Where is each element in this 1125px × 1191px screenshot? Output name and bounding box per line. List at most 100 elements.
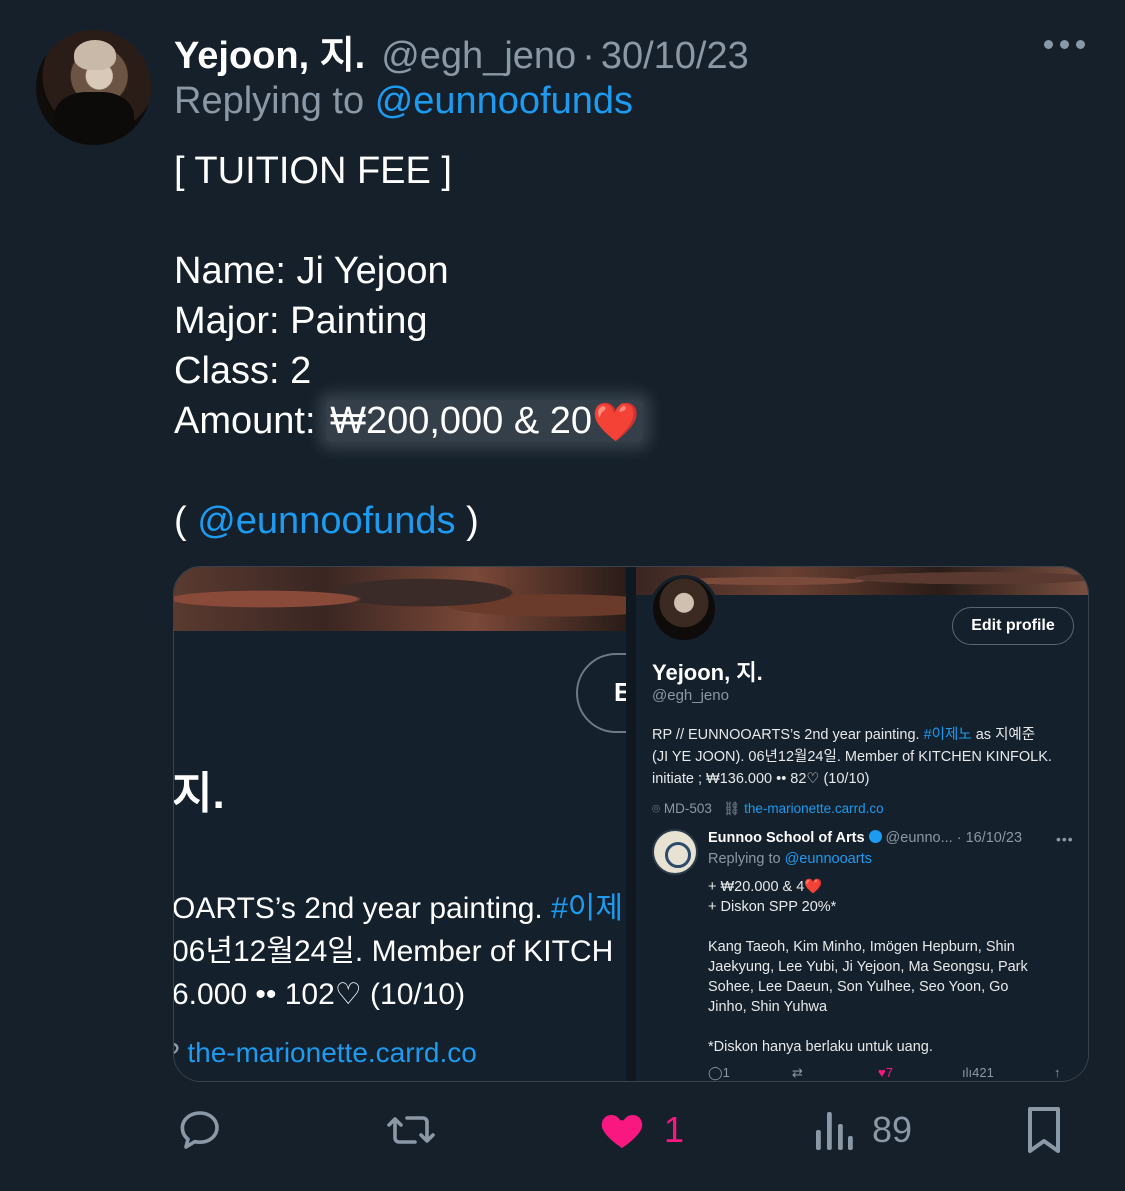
profile-banner bbox=[174, 567, 626, 631]
views-icon bbox=[816, 1112, 853, 1150]
edit-profile-label-cropped: E bbox=[614, 677, 626, 708]
like-count: 1 bbox=[664, 1109, 685, 1150]
profile-name: Yejoon, 지. bbox=[652, 660, 763, 685]
mention-open-paren: ( bbox=[174, 500, 187, 542]
profile-handle: @egh_jeno bbox=[652, 687, 729, 704]
bio-line: initiate ; ₩136.000 •• 82♡ (10/10) bbox=[652, 771, 870, 787]
retweet-button[interactable] bbox=[384, 1100, 438, 1160]
bio-line: (JI YE JOON). 06년12월24일. Member of KITCH… bbox=[652, 749, 1052, 765]
body-amount-line: Amount: ₩200,000 & 20❤️ bbox=[174, 396, 644, 446]
tweet-actions: 1 89 bbox=[0, 1100, 1125, 1160]
media-image-left[interactable]: E 지. OARTS’s 2nd year painting. #이제 06년1… bbox=[174, 567, 626, 1081]
quoted-like-count: 7 bbox=[885, 1065, 893, 1080]
replying-to-link: @eunnooarts bbox=[784, 851, 872, 867]
more-options-icon[interactable] bbox=[1044, 40, 1085, 49]
body-text: + ₩20.000 & 4 bbox=[708, 879, 805, 895]
heart-emoji: ❤️ bbox=[592, 402, 640, 444]
website-link: the-marionette.carrd.co bbox=[744, 801, 884, 816]
replying-to: Replying to @eunnoofunds bbox=[174, 80, 633, 123]
link-text: the-marionette.carrd.co bbox=[187, 1037, 477, 1068]
bio-text: OARTS’s 2nd year painting. bbox=[174, 892, 543, 925]
quoted-date: · 16/10/23 bbox=[956, 830, 1023, 846]
body-line: + ₩20.000 & 4❤️ bbox=[708, 877, 1028, 897]
profile-bio-cropped: OARTS’s 2nd year painting. #이제 06년12월24일… bbox=[174, 887, 623, 1016]
body-blank-line bbox=[174, 196, 643, 246]
body-blank-line bbox=[708, 1017, 1028, 1037]
bio-line: RP // EUNNOOARTS’s 2nd year painting. #이… bbox=[652, 724, 1052, 746]
quoted-retweet-icon: ⇄ bbox=[792, 1065, 803, 1080]
avatar-hair bbox=[74, 40, 116, 70]
bio-line: 06년12월24일. Member of KITCH bbox=[174, 935, 614, 968]
bio-line: 6.000 •• 102♡ (10/10) bbox=[174, 978, 466, 1011]
tweet-body: [ TUITION FEE ] Name: Ji Yejoon Major: P… bbox=[174, 146, 644, 546]
quoted-avatar bbox=[652, 829, 698, 875]
body-line: *Diskon hanya berlaku untuk uang. bbox=[708, 1039, 933, 1055]
views-count: 89 bbox=[872, 1109, 913, 1150]
quoted-replying-to: Replying to @eunnooarts bbox=[708, 851, 872, 867]
retweet-icon bbox=[387, 1116, 435, 1144]
quoted-reply-icon: ◯ 1 bbox=[708, 1065, 730, 1080]
bio-hashtag: #이제 bbox=[551, 892, 624, 925]
body-line: Kang Taeoh, Kim Minho, Imögen Hepburn, S… bbox=[708, 939, 1015, 955]
like-button[interactable]: 1 bbox=[598, 1100, 684, 1160]
bio-text: as 지예준 bbox=[975, 727, 1036, 743]
author-name[interactable]: Yejoon, 지. bbox=[174, 24, 365, 79]
author-avatar[interactable] bbox=[36, 30, 151, 145]
bio-text: RP // EUNNOOARTS’s 2nd year painting. bbox=[652, 727, 920, 743]
author-handle[interactable]: @egh_jeno bbox=[381, 35, 576, 78]
quoted-more-icon: ••• bbox=[1056, 831, 1074, 847]
avatar-body bbox=[54, 92, 134, 145]
quoted-name: Eunnoo School of Arts bbox=[708, 830, 865, 846]
mention-close-paren: ) bbox=[466, 500, 479, 542]
amount-label: Amount: bbox=[174, 400, 316, 442]
body-line: Jinho, Shin Yuhwa bbox=[708, 999, 828, 1015]
body-line: + Diskon SPP 20%* bbox=[708, 899, 837, 915]
replying-to-link[interactable]: @eunnoofunds bbox=[375, 80, 633, 122]
replying-prefix: Replying to bbox=[708, 851, 781, 867]
link-icon: ? bbox=[174, 1037, 180, 1068]
amount-value: ₩200,000 & 20 bbox=[330, 400, 593, 442]
quoted-tweet-header: Eunnoo School of Arts @eunno... · 16/10/2… bbox=[708, 829, 1022, 846]
profile-name-cropped: 지. bbox=[174, 769, 225, 818]
tweet-date[interactable]: 30/10/23 bbox=[601, 35, 749, 78]
replying-prefix: Replying to bbox=[174, 80, 365, 122]
quoted-view-count: 421 bbox=[972, 1065, 994, 1080]
more-dot bbox=[1076, 40, 1085, 49]
body-name: Name: Ji Yejoon bbox=[174, 250, 449, 292]
profile-meta: ⌾ MD-503 ⛓ the-marionette.carrd.co bbox=[652, 801, 884, 817]
more-dot bbox=[1060, 40, 1069, 49]
tweet-media[interactable]: E 지. OARTS’s 2nd year painting. #이제 06년1… bbox=[173, 566, 1089, 1082]
body-line: Jaekyung, Lee Yubi, Ji Yejoon, Ma Seongs… bbox=[708, 959, 1028, 975]
body-mention-line: ( @eunnoofunds ) bbox=[174, 496, 643, 546]
views-button[interactable]: 89 bbox=[812, 1100, 912, 1160]
body-blank-line bbox=[708, 917, 1028, 937]
mention-link[interactable]: @eunnoofunds bbox=[197, 500, 455, 542]
quoted-reply-count: 1 bbox=[722, 1065, 730, 1080]
amount-spoiler[interactable]: ₩200,000 & 20❤️ bbox=[326, 400, 644, 444]
quoted-share-icon: ↑ bbox=[1054, 1065, 1061, 1080]
verified-badge-icon bbox=[868, 830, 882, 843]
bio-hashtag: #이제노 bbox=[923, 727, 972, 743]
media-image-right[interactable]: Edit profile Yejoon, 지. @egh_jeno RP // … bbox=[636, 567, 1088, 1081]
heart-emoji: ❤️ bbox=[804, 879, 823, 895]
profile-link-cropped: ? the-marionette.carrd.co bbox=[174, 1037, 477, 1069]
tweet-header: Yejoon, 지. @egh_jeno · 30/10/23 bbox=[174, 24, 749, 77]
quoted-tweet-body: + ₩20.000 & 4❤️ + Diskon SPP 20%* Kang T… bbox=[708, 877, 1028, 1057]
body-title: [ TUITION FEE ] bbox=[174, 150, 452, 192]
location-text: MD-503 bbox=[663, 801, 712, 816]
heart-icon bbox=[601, 1115, 643, 1148]
profile-avatar bbox=[650, 575, 718, 643]
more-dot bbox=[1044, 40, 1053, 49]
bookmark-icon bbox=[1028, 1107, 1060, 1153]
bio-line: OARTS’s 2nd year painting. #이제 bbox=[174, 887, 623, 930]
edit-profile-button: Edit profile bbox=[952, 607, 1074, 645]
body-line: Sohee, Lee Daeun, Son Yulhee, Seo Yoon, … bbox=[708, 979, 1009, 995]
body-blank-line bbox=[174, 446, 643, 496]
quoted-heart-icon: ♥ 7 bbox=[878, 1065, 893, 1080]
location-icon: ⌾ bbox=[652, 801, 661, 816]
body-major: Major: Painting bbox=[174, 300, 428, 342]
bookmark-button[interactable] bbox=[1022, 1100, 1066, 1160]
body-class: Class: 2 bbox=[174, 350, 312, 392]
reply-button[interactable] bbox=[176, 1100, 224, 1160]
quoted-handle: @eunno... bbox=[885, 830, 953, 846]
